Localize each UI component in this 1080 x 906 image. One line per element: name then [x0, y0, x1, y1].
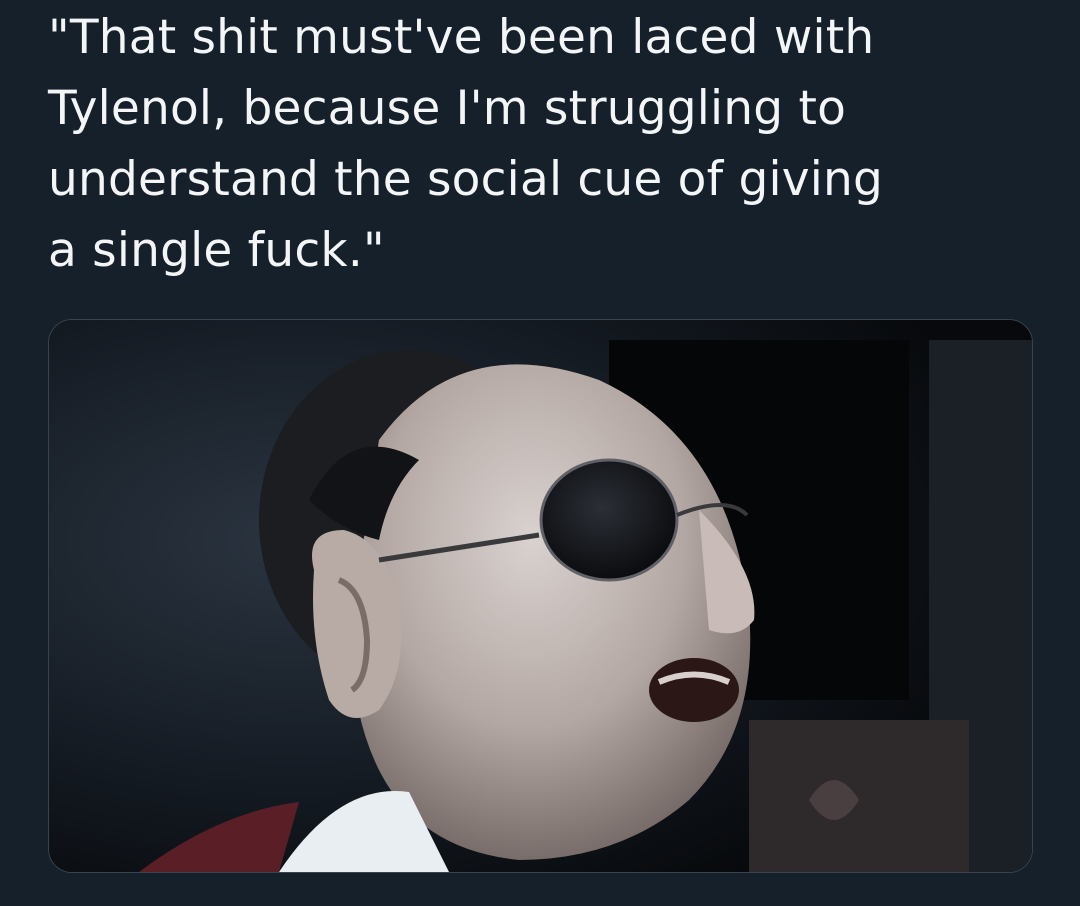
tweet-photo[interactable]: [48, 319, 1033, 873]
tweet-text: "That shit must've been laced with Tylen…: [48, 10, 884, 278]
tweet-view: "That shit must've been laced with Tylen…: [0, 0, 1080, 906]
photo-icon: [49, 320, 1032, 872]
